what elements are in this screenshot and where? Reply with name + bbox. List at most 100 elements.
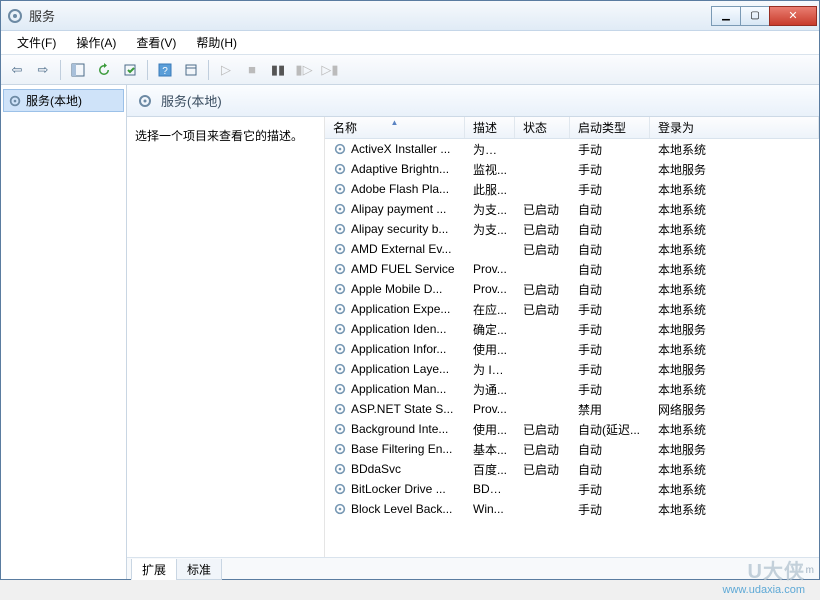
service-row[interactable]: Alipay payment ...为支...已启动自动本地系统 [325, 199, 819, 219]
tab-standard[interactable]: 标准 [176, 559, 222, 580]
service-name: Application Infor... [351, 342, 446, 356]
properties-button[interactable] [179, 58, 203, 82]
service-row[interactable]: Block Level Back...Win...手动本地系统 [325, 499, 819, 519]
service-startup: 自动 [570, 441, 650, 458]
list-body[interactable]: ActiveX Installer ...为从 ...手动本地系统 Adaptiv… [325, 139, 819, 557]
titlebar[interactable]: 服务 [1, 1, 819, 31]
service-name: ASP.NET State S... [351, 402, 453, 416]
gear-icon [137, 93, 153, 109]
service-logon: 本地系统 [650, 481, 819, 498]
restart-service-button[interactable]: ▷▮ [318, 58, 342, 82]
body: 服务(本地) 服务(本地) 选择一个项目来查看它的描述。 名称▲ 描述 状态 启… [1, 85, 819, 579]
service-row[interactable]: Application Laye...为 In...手动本地服务 [325, 359, 819, 379]
menu-help[interactable]: 帮助(H) [186, 31, 247, 54]
service-row[interactable]: Application Iden...确定...手动本地服务 [325, 319, 819, 339]
service-name: BDdaSvc [351, 462, 401, 476]
service-row[interactable]: Application Infor...使用...手动本地系统 [325, 339, 819, 359]
service-name: Application Expe... [351, 302, 450, 316]
content-pane: 服务(本地) 选择一个项目来查看它的描述。 名称▲ 描述 状态 启动类型 登录为… [127, 85, 819, 579]
service-row[interactable]: BitLocker Drive ...BDE...手动本地系统 [325, 479, 819, 499]
pause-service-button[interactable]: ▮▮ [266, 58, 290, 82]
service-logon: 本地服务 [650, 321, 819, 338]
col-startup[interactable]: 启动类型 [570, 117, 650, 138]
col-name[interactable]: 名称▲ [325, 117, 465, 138]
service-startup: 自动 [570, 241, 650, 258]
service-row[interactable]: Base Filtering En...基本...已启动自动本地服务 [325, 439, 819, 459]
service-startup: 自动 [570, 201, 650, 218]
menu-file[interactable]: 文件(F) [7, 31, 66, 54]
tab-extended[interactable]: 扩展 [131, 559, 177, 580]
help-button[interactable]: ? [153, 58, 177, 82]
service-row[interactable]: Application Man...为通...手动本地系统 [325, 379, 819, 399]
service-status: 已启动 [515, 221, 570, 238]
gear-icon [8, 94, 22, 108]
back-button[interactable]: ⇦ [5, 58, 29, 82]
export-button[interactable] [118, 58, 142, 82]
refresh-button[interactable] [92, 58, 116, 82]
service-desc: 为支... [465, 201, 515, 218]
service-row[interactable]: ASP.NET State S...Prov...禁用网络服务 [325, 399, 819, 419]
service-startup: 自动 [570, 461, 650, 478]
service-startup: 手动 [570, 481, 650, 498]
tree-root-node[interactable]: 服务(本地) [3, 89, 124, 112]
window-controls [712, 6, 817, 26]
stop-service-button[interactable]: ■ [240, 58, 264, 82]
service-row[interactable]: Apple Mobile D... Prov...已启动自动本地系统 [325, 279, 819, 299]
sort-asc-icon: ▲ [391, 118, 399, 127]
service-row[interactable]: Application Expe...在应...已启动手动本地系统 [325, 299, 819, 319]
service-startup: 自动 [570, 281, 650, 298]
corner-marker: m [806, 565, 814, 576]
service-status: 已启动 [515, 421, 570, 438]
close-button[interactable] [769, 6, 817, 26]
service-desc: 使用... [465, 341, 515, 358]
menu-view[interactable]: 查看(V) [126, 31, 186, 54]
service-startup: 手动 [570, 501, 650, 518]
service-startup: 手动 [570, 301, 650, 318]
service-row[interactable]: Alipay security b...为支...已启动自动本地系统 [325, 219, 819, 239]
service-name: ActiveX Installer ... [351, 142, 450, 156]
menubar: 文件(F) 操作(A) 查看(V) 帮助(H) [1, 31, 819, 55]
services-icon [7, 8, 23, 24]
service-row[interactable]: Adaptive Brightn...监视...手动本地服务 [325, 159, 819, 179]
service-name: Adaptive Brightn... [351, 162, 449, 176]
col-description[interactable]: 描述 [465, 117, 515, 138]
service-row[interactable]: Adobe Flash Pla...此服...手动本地系统 [325, 179, 819, 199]
service-status: 已启动 [515, 461, 570, 478]
service-name: Application Laye... [351, 362, 449, 376]
service-desc: 为 In... [465, 361, 515, 378]
service-name: Alipay security b... [351, 222, 448, 236]
service-row[interactable]: ActiveX Installer ...为从 ...手动本地系统 [325, 139, 819, 159]
services-window: 服务 文件(F) 操作(A) 查看(V) 帮助(H) ⇦ ⇨ ? ▷ ■ ▮▮ … [0, 0, 820, 580]
minimize-button[interactable] [711, 6, 741, 26]
service-logon: 本地系统 [650, 281, 819, 298]
service-desc: BDE... [465, 482, 515, 496]
resume-service-button[interactable]: ▮▷ [292, 58, 316, 82]
service-status: 已启动 [515, 281, 570, 298]
description-hint: 选择一个项目来查看它的描述。 [135, 127, 316, 144]
service-startup: 手动 [570, 161, 650, 178]
service-startup: 手动 [570, 381, 650, 398]
show-hide-tree-button[interactable] [66, 58, 90, 82]
svg-text:?: ? [162, 66, 168, 77]
service-desc: 百度... [465, 461, 515, 478]
service-row[interactable]: Background Inte...使用...已启动自动(延迟...本地系统 [325, 419, 819, 439]
start-service-button[interactable]: ▷ [214, 58, 238, 82]
service-status: 已启动 [515, 201, 570, 218]
maximize-button[interactable] [740, 6, 770, 26]
service-logon: 本地系统 [650, 261, 819, 278]
service-desc: 此服... [465, 181, 515, 198]
service-name: Alipay payment ... [351, 202, 446, 216]
tree-pane: 服务(本地) [1, 85, 127, 579]
service-desc: 监视... [465, 161, 515, 178]
service-row[interactable]: AMD External Ev...已启动自动本地系统 [325, 239, 819, 259]
col-status[interactable]: 状态 [515, 117, 570, 138]
forward-button[interactable]: ⇨ [31, 58, 55, 82]
menu-action[interactable]: 操作(A) [66, 31, 126, 54]
window-title: 服务 [29, 6, 55, 25]
service-row[interactable]: AMD FUEL ServiceProv...自动本地系统 [325, 259, 819, 279]
service-name: Base Filtering En... [351, 442, 452, 456]
service-desc: Prov... [465, 282, 515, 296]
service-row[interactable]: BDdaSvc百度...已启动自动本地系统 [325, 459, 819, 479]
service-name: Apple Mobile D... [351, 282, 442, 296]
col-logon[interactable]: 登录为 [650, 117, 819, 138]
